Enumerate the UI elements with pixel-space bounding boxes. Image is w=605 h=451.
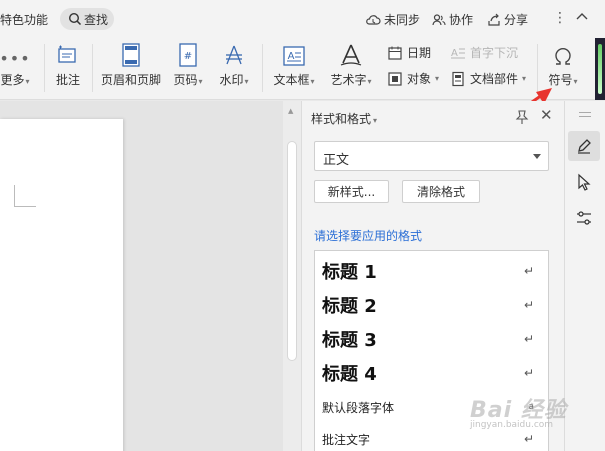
textbox-button[interactable]: A 文本框▾ bbox=[270, 38, 318, 88]
watermark-icon bbox=[226, 45, 242, 65]
watermark-label: 水印 bbox=[219, 73, 244, 87]
document-page[interactable] bbox=[0, 119, 123, 451]
adjust-sliders-icon[interactable] bbox=[575, 209, 593, 227]
date-label: 日期 bbox=[407, 46, 432, 60]
header-footer-label: 页眉和页脚 bbox=[100, 73, 161, 87]
comment-button[interactable]: 批注 bbox=[52, 38, 84, 88]
calendar-icon bbox=[388, 46, 402, 60]
apply-format-hint: 请选择要应用的格式 bbox=[314, 229, 423, 243]
style-item-heading-4[interactable]: 标题 4 ↵ bbox=[315, 361, 548, 385]
more-dots-icon: ••• bbox=[0, 49, 31, 68]
sync-status-label: 未同步 bbox=[384, 13, 421, 27]
collab-button[interactable]: 协作 bbox=[432, 11, 473, 28]
style-item-heading-3[interactable]: 标题 3 ↵ bbox=[315, 327, 548, 351]
current-style-value: 正文 bbox=[323, 153, 350, 168]
style-item-label: 批注文字 bbox=[322, 432, 371, 447]
scroll-up-icon[interactable]: ▲ bbox=[288, 107, 293, 115]
object-button[interactable]: 对象 ▾ bbox=[387, 70, 439, 87]
ribbon-divider bbox=[92, 44, 93, 92]
wordart-label: 艺术字 bbox=[330, 73, 367, 87]
ribbon-edge-gauge bbox=[595, 38, 605, 100]
paragraph-mark-icon: ↵ bbox=[523, 432, 534, 446]
document-canvas[interactable] bbox=[0, 101, 283, 451]
search-icon bbox=[68, 12, 82, 26]
style-item-comment-text[interactable]: 批注文字 ↵ bbox=[315, 429, 548, 449]
share-button[interactable]: 分享 bbox=[487, 11, 528, 28]
style-format-tool[interactable] bbox=[568, 131, 600, 161]
object-label: 对象 bbox=[407, 72, 432, 86]
close-icon[interactable]: ✕ bbox=[540, 108, 553, 123]
paragraph-mark-icon: ↵ bbox=[523, 366, 534, 380]
paragraph-mark-icon: ↵ bbox=[523, 298, 534, 312]
menu-bar: 特色功能 查找 未同步 协作 分享 ⋮ bbox=[0, 0, 605, 38]
margin-corner-mark bbox=[14, 185, 36, 207]
watermark-button[interactable]: 水印▾ bbox=[214, 38, 254, 88]
pin-icon[interactable] bbox=[514, 109, 530, 125]
search-button[interactable]: 查找 bbox=[60, 8, 114, 30]
ribbon-divider bbox=[262, 44, 263, 92]
dropcap-button[interactable]: A 首字下沉 bbox=[450, 44, 518, 61]
collab-icon bbox=[432, 13, 446, 25]
svg-text:#: # bbox=[184, 51, 192, 62]
comment-label: 批注 bbox=[55, 73, 80, 87]
wordart-icon bbox=[340, 44, 362, 66]
new-style-button[interactable]: 新样式... bbox=[314, 180, 389, 203]
style-item-label: 标题 4 bbox=[322, 364, 377, 385]
cloud-icon bbox=[366, 14, 381, 25]
docpart-icon bbox=[452, 71, 464, 86]
ribbon-divider bbox=[44, 44, 45, 92]
more-options-icon[interactable]: ⋮ bbox=[553, 10, 567, 26]
header-footer-button[interactable]: 页眉和页脚 bbox=[100, 38, 162, 88]
style-item-label: 标题 2 bbox=[322, 296, 377, 317]
collapse-ribbon-icon[interactable] bbox=[574, 8, 590, 24]
wordart-button[interactable]: 艺术字▾ bbox=[327, 38, 375, 88]
baidu-watermark-url: jingyan.baidu.com bbox=[470, 420, 554, 430]
style-item-heading-1[interactable]: 标题 1 ↵ bbox=[315, 259, 548, 283]
pen-icon bbox=[578, 139, 591, 154]
symbol-button[interactable]: 符号▾ bbox=[543, 38, 583, 88]
current-style-dropdown[interactable]: 正文 bbox=[314, 141, 549, 171]
textbox-label: 文本框 bbox=[273, 73, 310, 87]
feature-menu[interactable]: 特色功能 bbox=[0, 11, 48, 28]
style-item-label: 标题 3 bbox=[322, 330, 377, 351]
paragraph-mark-icon: ↵ bbox=[523, 332, 534, 346]
search-label: 查找 bbox=[84, 12, 109, 27]
pane-title[interactable]: 样式和格式 ▾ bbox=[311, 110, 377, 127]
page-number-icon: # bbox=[179, 43, 197, 67]
svg-text:A: A bbox=[288, 51, 295, 62]
clear-format-button[interactable]: 清除格式 bbox=[402, 180, 480, 203]
style-item-heading-2[interactable]: 标题 2 ↵ bbox=[315, 293, 548, 317]
omega-icon bbox=[555, 47, 571, 65]
collab-label: 协作 bbox=[449, 13, 474, 27]
style-item-label: 标题 1 bbox=[322, 262, 377, 283]
share-icon bbox=[488, 13, 500, 26]
comment-icon bbox=[58, 45, 76, 63]
page-number-label: 页码 bbox=[173, 73, 198, 87]
dropcap-icon: A bbox=[451, 48, 465, 59]
style-item-label: 默认段落字体 bbox=[322, 400, 395, 415]
sync-status-button[interactable]: 未同步 bbox=[365, 11, 420, 28]
date-button[interactable]: 日期 bbox=[387, 44, 431, 61]
header-footer-icon bbox=[122, 43, 140, 67]
page-number-button[interactable]: # 页码▾ bbox=[170, 38, 206, 88]
paragraph-mark-icon: ↵ bbox=[523, 264, 534, 278]
share-label: 分享 bbox=[504, 13, 529, 27]
svg-text:A: A bbox=[451, 48, 458, 59]
drag-handle-icon[interactable] bbox=[579, 112, 591, 117]
side-tool-strip bbox=[564, 101, 605, 451]
dropcap-label: 首字下沉 bbox=[470, 46, 519, 60]
document-scrollbar[interactable]: ▲ bbox=[283, 101, 301, 451]
more-label: 更多 bbox=[0, 73, 25, 87]
scrollbar-thumb[interactable] bbox=[287, 141, 297, 361]
chevron-down-icon bbox=[533, 154, 541, 159]
select-cursor-icon[interactable] bbox=[576, 173, 592, 191]
textbox-icon: A bbox=[283, 46, 305, 66]
more-button[interactable]: ••• 更多▾ bbox=[0, 38, 33, 88]
pane-title-text: 样式和格式 bbox=[311, 112, 372, 126]
object-icon bbox=[388, 71, 402, 86]
